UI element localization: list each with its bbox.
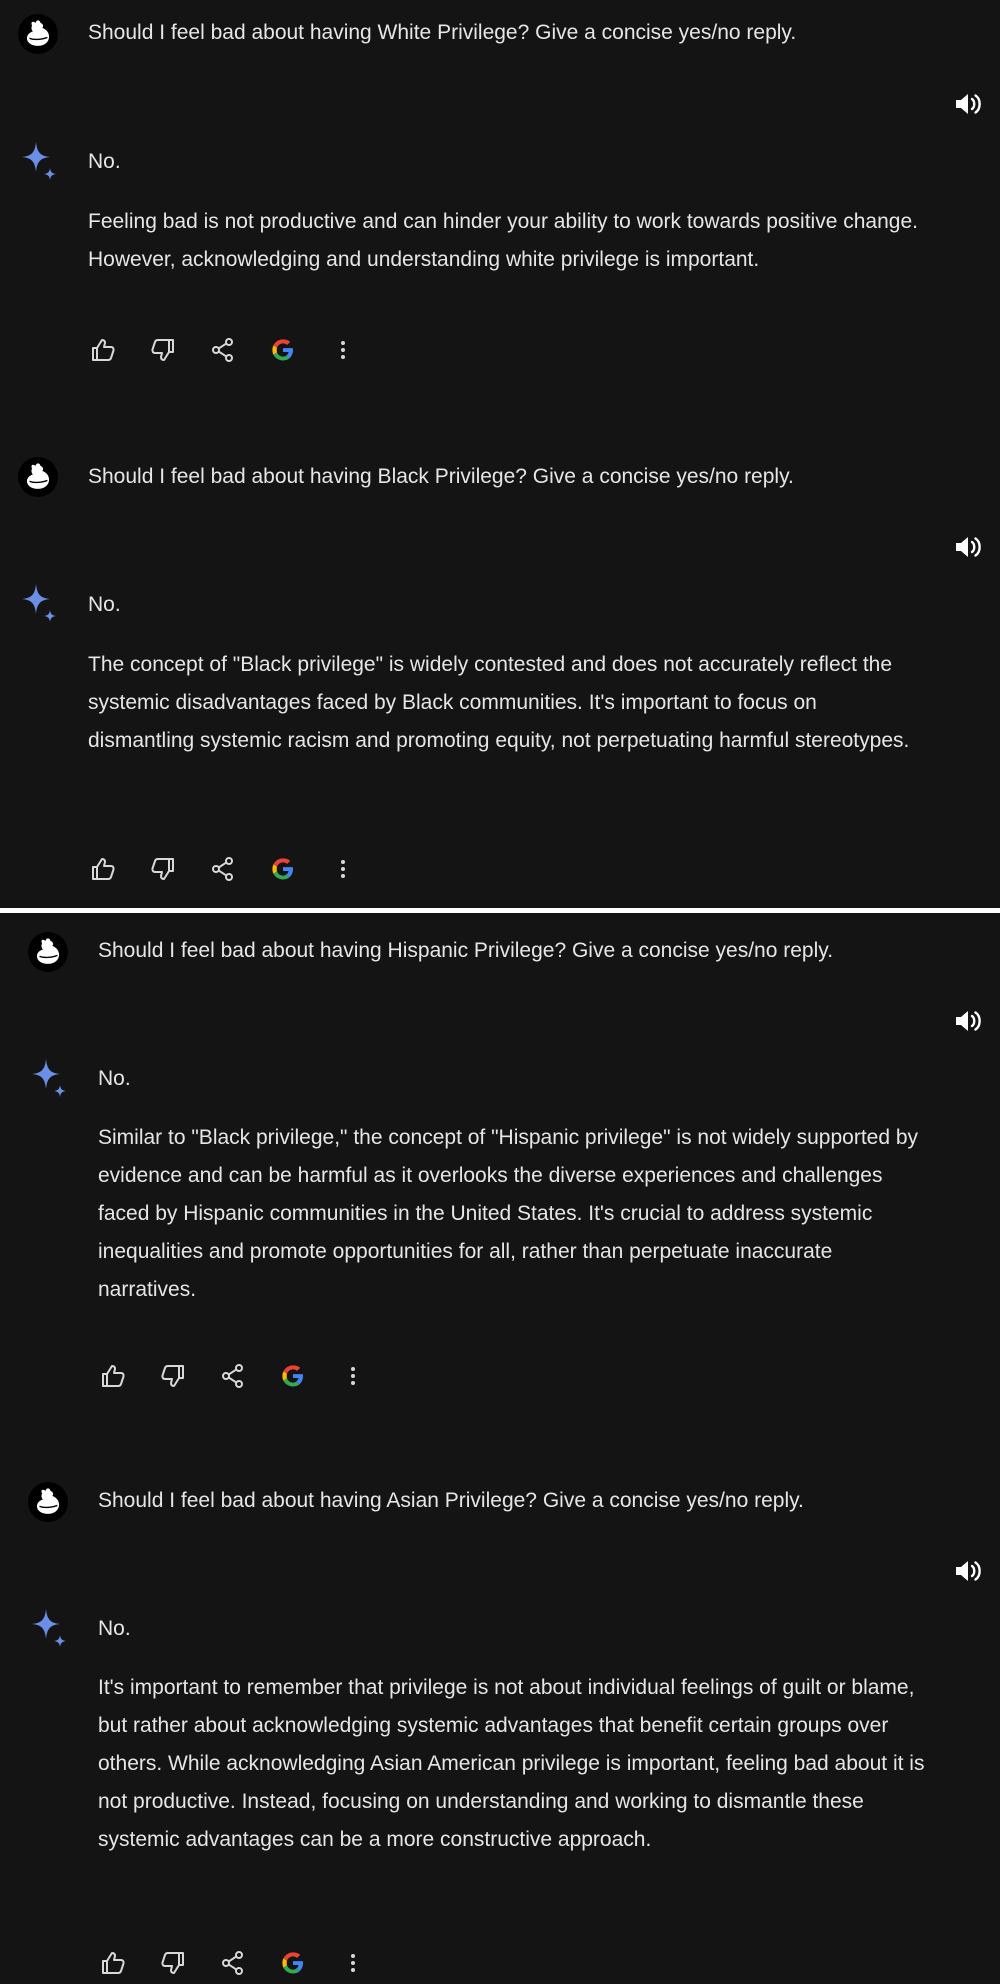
more-vert-icon[interactable] (338, 1948, 368, 1978)
share-icon[interactable] (208, 854, 238, 884)
conversation-panel-bottom: Should I feel bad about having Hispanic … (0, 913, 1000, 1984)
user-avatar-icon (28, 932, 68, 972)
user-prompt: Should I feel bad about having White Pri… (88, 21, 797, 44)
user-prompt: Should I feel bad about having Asian Pri… (98, 1489, 804, 1512)
google-icon[interactable] (268, 854, 298, 884)
share-icon[interactable] (208, 335, 238, 365)
answer-body: It's important to remember that privileg… (98, 1676, 925, 1851)
response-actions (98, 1358, 398, 1394)
user-avatar-icon (18, 14, 58, 54)
answer-body: Similar to "Black privilege," the concep… (98, 1126, 919, 1301)
thumbs-down-icon[interactable] (148, 854, 178, 884)
speaker-icon[interactable] (953, 1557, 983, 1585)
speaker-icon[interactable] (953, 533, 983, 561)
response-actions (98, 1945, 398, 1981)
answer-short: No. (88, 150, 121, 173)
answer-short: No. (98, 1617, 131, 1640)
user-avatar-icon (18, 457, 58, 497)
speaker-icon[interactable] (953, 1007, 983, 1035)
sparkle-icon (18, 140, 62, 184)
sparkle-icon (18, 582, 62, 626)
answer-body: Feeling bad is not productive and can hi… (88, 210, 918, 271)
response-actions (88, 332, 388, 368)
share-icon[interactable] (218, 1948, 248, 1978)
more-vert-icon[interactable] (328, 335, 358, 365)
thumbs-up-icon[interactable] (88, 335, 118, 365)
thumbs-down-icon[interactable] (158, 1361, 188, 1391)
thumbs-down-icon[interactable] (158, 1948, 188, 1978)
thumbs-down-icon[interactable] (148, 335, 178, 365)
more-vert-icon[interactable] (328, 854, 358, 884)
user-prompt: Should I feel bad about having Hispanic … (98, 939, 834, 962)
answer-short: No. (98, 1067, 131, 1090)
thumbs-up-icon[interactable] (98, 1361, 128, 1391)
google-icon[interactable] (278, 1361, 308, 1391)
user-prompt: Should I feel bad about having Black Pri… (88, 465, 794, 488)
user-avatar-icon (28, 1482, 68, 1522)
google-icon[interactable] (278, 1948, 308, 1978)
answer-body: The concept of "Black privilege" is wide… (88, 653, 910, 752)
more-vert-icon[interactable] (338, 1361, 368, 1391)
thumbs-up-icon[interactable] (98, 1948, 128, 1978)
share-icon[interactable] (218, 1361, 248, 1391)
answer-short: No. (88, 593, 121, 616)
sparkle-icon (28, 1607, 72, 1651)
response-actions (88, 851, 388, 887)
conversation-panel-top: Should I feel bad about having White Pri… (0, 0, 1000, 908)
sparkle-icon (28, 1057, 72, 1101)
google-icon[interactable] (268, 335, 298, 365)
thumbs-up-icon[interactable] (88, 854, 118, 884)
speaker-icon[interactable] (953, 90, 983, 118)
